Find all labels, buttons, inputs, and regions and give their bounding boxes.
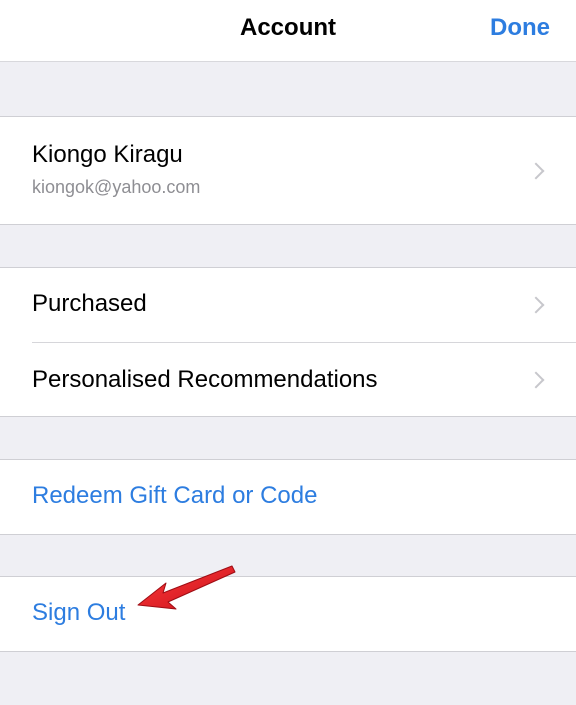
done-button[interactable]: Done: [490, 14, 550, 42]
account-group: Kiongo Kiragu kiongok@yahoo.com: [0, 116, 576, 225]
redeem-gift-card-button[interactable]: Redeem Gift Card or Code: [32, 482, 317, 510]
chevron-right-icon: [527, 162, 545, 180]
redeem-group: Redeem Gift Card or Code: [0, 459, 576, 535]
chevron-right-icon: [527, 371, 545, 389]
account-email: kiongok@yahoo.com: [32, 177, 201, 197]
sign-out-row[interactable]: Sign Out: [0, 577, 576, 651]
redeem-row[interactable]: Redeem Gift Card or Code: [0, 460, 576, 534]
account-row[interactable]: Kiongo Kiragu kiongok@yahoo.com: [0, 117, 576, 224]
purchased-row[interactable]: Purchased: [0, 268, 576, 342]
sign-out-group: Sign Out: [0, 576, 576, 652]
account-name: Kiongo Kiragu: [32, 141, 183, 168]
sign-out-button[interactable]: Sign Out: [32, 599, 125, 627]
recommendations-label: Personalised Recommendations: [32, 366, 378, 393]
purchased-label: Purchased: [32, 290, 147, 317]
library-group: Purchased Personalised Recommendations: [0, 267, 576, 417]
red-arrow-icon: [137, 565, 236, 610]
navigation-bar: Account Done: [0, 0, 576, 62]
chevron-right-icon: [527, 296, 545, 314]
recommendations-row[interactable]: Personalised Recommendations: [0, 342, 576, 416]
